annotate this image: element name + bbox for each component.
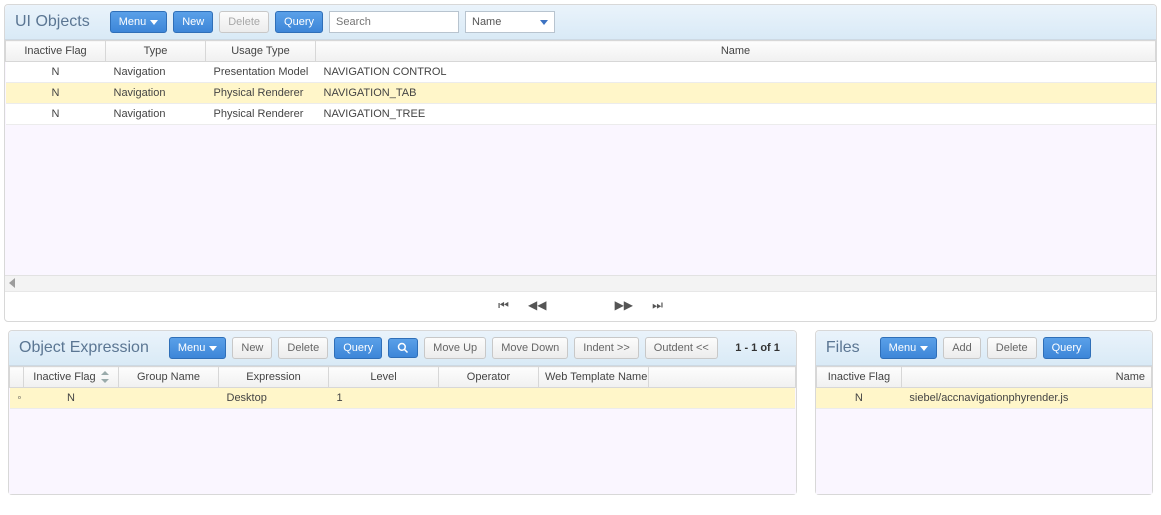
ui-objects-header-row: Inactive Flag Type Usage Type Name (6, 41, 1156, 62)
table-row-selected[interactable]: ◦ N Desktop 1 (10, 388, 796, 409)
search-field-value: Name (472, 16, 501, 28)
search-field-select[interactable]: Name (465, 11, 555, 33)
indent-button[interactable]: Indent >> (574, 337, 639, 359)
col-usage-type[interactable]: Usage Type (206, 41, 316, 62)
menu-button[interactable]: Menu (110, 11, 168, 33)
last-record-icon[interactable]: ⏭ (652, 298, 663, 313)
menu-button[interactable]: Menu (169, 337, 227, 359)
files-grid: Inactive Flag Name N siebel/accnavigatio… (816, 366, 1152, 494)
object-expression-grid: Inactive Flag Group Name Expression Leve… (9, 366, 796, 494)
ui-objects-toolbar: UI Objects Menu New Delete Query Name (5, 5, 1156, 40)
record-navigator: ⏮ ◀◀ ▶▶ ⏭ (5, 291, 1156, 321)
query-button[interactable]: Query (334, 337, 382, 359)
grid-filler (5, 125, 1156, 275)
col-marker (10, 367, 24, 388)
new-button[interactable]: New (232, 337, 272, 359)
files-toolbar: Files Menu Add Delete Query (816, 331, 1152, 366)
find-button[interactable] (388, 338, 418, 358)
current-row-icon: ◦ (10, 388, 24, 409)
object-expression-toolbar: Object Expression Menu New Delete Query … (9, 331, 796, 366)
col-inactive-flag[interactable]: Inactive Flag (24, 367, 119, 388)
menu-button-label: Menu (119, 15, 147, 29)
files-header-row: Inactive Flag Name (816, 367, 1151, 388)
magnifier-icon (397, 342, 409, 354)
chevron-down-icon (150, 20, 158, 25)
outdent-button[interactable]: Outdent << (645, 337, 718, 359)
query-button[interactable]: Query (1043, 337, 1091, 359)
col-inactive-flag[interactable]: Inactive Flag (816, 367, 901, 388)
ui-objects-title: UI Objects (15, 13, 90, 31)
menu-button[interactable]: Menu (880, 337, 938, 359)
menu-button-label: Menu (889, 341, 917, 355)
col-web-template[interactable]: Web Template Name (539, 367, 649, 388)
col-group-name[interactable]: Group Name (119, 367, 219, 388)
col-type[interactable]: Type (106, 41, 206, 62)
record-count: 1 - 1 of 1 (735, 342, 786, 354)
object-expression-applet: Object Expression Menu New Delete Query … (8, 330, 797, 495)
col-expression[interactable]: Expression (219, 367, 329, 388)
horizontal-scrollbar[interactable] (5, 275, 1156, 291)
table-row[interactable]: N Navigation Presentation Model NAVIGATI… (6, 62, 1156, 83)
menu-button-label: Menu (178, 341, 206, 355)
grid-filler (816, 409, 1152, 494)
prev-record-icon[interactable]: ◀◀ (528, 298, 546, 312)
grid-filler (9, 409, 796, 494)
scroll-left-icon (9, 278, 15, 288)
col-name[interactable]: Name (901, 367, 1151, 388)
next-record-icon[interactable]: ▶▶ (615, 298, 633, 312)
delete-button[interactable]: Delete (278, 337, 328, 359)
col-spacer (649, 367, 796, 388)
move-down-button[interactable]: Move Down (492, 337, 568, 359)
files-applet: Files Menu Add Delete Query Inactive Fla… (815, 330, 1153, 495)
table-row-selected[interactable]: N Navigation Physical Renderer NAVIGATIO… (6, 83, 1156, 104)
query-button[interactable]: Query (275, 11, 323, 33)
table-row-selected[interactable]: N siebel/accnavigationphyrender.js (816, 388, 1151, 409)
table-row[interactable]: N Navigation Physical Renderer NAVIGATIO… (6, 104, 1156, 125)
chevron-down-icon (209, 346, 217, 351)
delete-button[interactable]: Delete (987, 337, 1037, 359)
col-level[interactable]: Level (329, 367, 439, 388)
col-name[interactable]: Name (316, 41, 1156, 62)
search-input[interactable] (329, 11, 459, 33)
ui-objects-applet: UI Objects Menu New Delete Query Name In… (4, 4, 1157, 322)
move-up-button[interactable]: Move Up (424, 337, 486, 359)
delete-button[interactable]: Delete (219, 11, 269, 33)
object-expression-header-row: Inactive Flag Group Name Expression Leve… (10, 367, 796, 388)
col-inactive-flag[interactable]: Inactive Flag (6, 41, 106, 62)
chevron-down-icon (920, 346, 928, 351)
object-expression-title: Object Expression (19, 339, 149, 357)
chevron-down-icon (540, 20, 548, 25)
add-button[interactable]: Add (943, 337, 981, 359)
new-button[interactable]: New (173, 11, 213, 33)
col-operator[interactable]: Operator (439, 367, 539, 388)
ui-objects-grid: Inactive Flag Type Usage Type Name N Nav… (5, 40, 1156, 291)
first-record-icon[interactable]: ⏮ (498, 298, 509, 313)
files-title: Files (826, 339, 860, 357)
